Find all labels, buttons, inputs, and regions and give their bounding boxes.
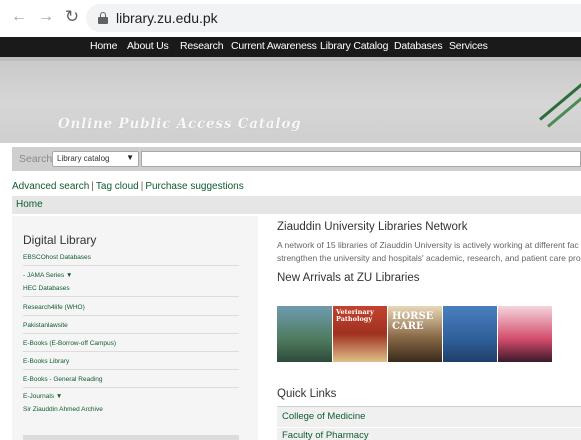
book-cover-1[interactable] bbox=[277, 306, 332, 362]
link-separator: | bbox=[140, 181, 144, 192]
nav-research[interactable]: Research bbox=[180, 40, 224, 52]
url-text[interactable]: library.zu.edu.pk bbox=[116, 10, 218, 26]
sidebar-item-ebooks-library[interactable]: E-Books Library bbox=[23, 358, 69, 365]
sidebar-item-ebooks-eborrow[interactable]: E-Books (E-Borrow-off Campus) bbox=[23, 340, 116, 347]
quick-link-faculty-of-pharmacy[interactable]: Faculty of Pharmacy bbox=[277, 428, 581, 440]
banner-title: Online Public Access Catalog bbox=[58, 116, 302, 132]
nav-about-us[interactable]: About Us bbox=[127, 40, 169, 52]
book-cover-5[interactable] bbox=[498, 306, 552, 362]
forward-arrow-icon[interactable]: → bbox=[37, 8, 55, 26]
sidebar-divider bbox=[23, 296, 239, 297]
sidebar-item-ebscohost[interactable]: EBSCOhost Databases bbox=[23, 254, 91, 261]
sidebar-divider bbox=[23, 387, 239, 388]
lock-icon[interactable] bbox=[98, 12, 108, 24]
search-label: Search bbox=[19, 153, 53, 165]
book-cover-3[interactable]: HORSE CARE bbox=[388, 306, 442, 362]
back-arrow-icon[interactable]: ← bbox=[10, 8, 28, 26]
catalog-links: Advanced search | Tag cloud | Purchase sugge… bbox=[12, 181, 244, 192]
sidebar-item-research4life[interactable]: Research4life (WHO) bbox=[23, 304, 85, 311]
quick-links-divider bbox=[277, 406, 581, 407]
advanced-search-link[interactable]: Advanced search bbox=[12, 181, 89, 192]
top-navigation: Home About Us Research Current Awareness… bbox=[0, 37, 581, 57]
new-arrivals-title: New Arrivals at ZU Libraries bbox=[277, 272, 420, 284]
sidebar-divider bbox=[23, 369, 239, 370]
tag-cloud-link[interactable]: Tag cloud bbox=[96, 181, 139, 192]
search-bar: Search Library catalog ▼ bbox=[12, 147, 581, 171]
new-arrivals-carousel: Veterinary Pathology HORSE CARE bbox=[277, 306, 553, 362]
sidebar-divider bbox=[23, 315, 239, 316]
breadcrumb: Home bbox=[12, 196, 581, 214]
sidebar-title: Digital Library bbox=[23, 233, 97, 247]
book-cover-title: Veterinary Pathology bbox=[336, 308, 374, 323]
chevron-down-icon: ▼ bbox=[126, 153, 134, 162]
purchase-suggestions-link[interactable]: Purchase suggestions bbox=[145, 181, 243, 192]
sidebar-item-ejournals[interactable]: E-Journals ▼ bbox=[23, 393, 62, 400]
sidebar-item-jama-series[interactable]: - JAMA Series ▼ bbox=[23, 272, 72, 279]
breadcrumb-home[interactable]: Home bbox=[16, 199, 43, 210]
nav-current-awareness[interactable]: Current Awareness bbox=[231, 40, 317, 52]
sidebar-item-ebooks-general[interactable]: E-Books - General Reading bbox=[23, 376, 103, 383]
quick-link-college-of-medicine[interactable]: College of Medicine bbox=[277, 407, 581, 427]
network-description-line-1: A network of 15 libraries of Ziauddin Un… bbox=[277, 240, 579, 250]
network-title: Ziauddin University Libraries Network bbox=[277, 221, 468, 233]
quick-links-title: Quick Links bbox=[277, 388, 337, 400]
sidebar: Digital Library EBSCOhost Databases - JA… bbox=[12, 216, 258, 440]
sidebar-divider bbox=[23, 333, 239, 334]
sidebar-divider bbox=[23, 265, 239, 266]
book-cover-title: HORSE CARE bbox=[392, 311, 434, 332]
sidebar-item-pakistanlawsite[interactable]: Pakistanlawsite bbox=[23, 322, 68, 329]
nav-library-catalog[interactable]: Library Catalog bbox=[320, 40, 388, 52]
search-input[interactable] bbox=[141, 151, 581, 167]
header-banner: Online Public Access Catalog bbox=[0, 57, 581, 143]
quick-link-label: College of Medicine bbox=[282, 411, 366, 422]
sidebar-footer-block bbox=[23, 435, 239, 440]
banner-stripe bbox=[0, 57, 581, 61]
search-scope-select[interactable]: Library catalog ▼ bbox=[52, 151, 139, 167]
nav-databases[interactable]: Databases bbox=[394, 40, 443, 52]
reload-icon[interactable]: ↻ bbox=[63, 8, 81, 26]
sidebar-divider bbox=[23, 351, 239, 352]
nav-home[interactable]: Home bbox=[90, 40, 117, 52]
browser-toolbar: ← → ↻ library.zu.edu.pk bbox=[0, 0, 581, 36]
quick-link-label: Faculty of Pharmacy bbox=[282, 430, 369, 440]
sidebar-item-ziauddin-archive[interactable]: Sir Ziauddin Ahmed Archive bbox=[23, 406, 103, 413]
sidebar-item-hec-databases[interactable]: HEC Databases bbox=[23, 285, 70, 292]
nav-services[interactable]: Services bbox=[449, 40, 488, 52]
address-bar[interactable]: library.zu.edu.pk bbox=[86, 4, 581, 32]
network-description-line-2: strengthen the university and hospitals'… bbox=[277, 253, 581, 263]
book-cover-2[interactable]: Veterinary Pathology bbox=[333, 306, 387, 362]
search-scope-value: Library catalog bbox=[57, 154, 110, 163]
book-cover-4[interactable] bbox=[443, 306, 497, 362]
link-separator: | bbox=[91, 181, 94, 192]
